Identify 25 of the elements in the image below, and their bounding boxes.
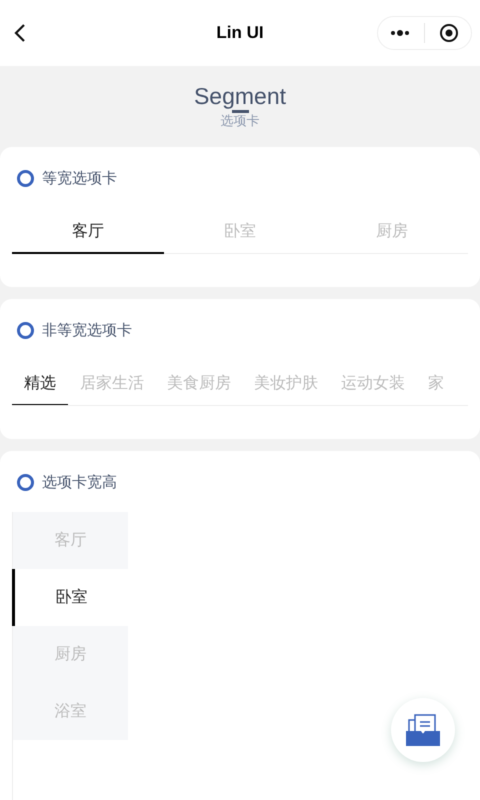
section-title: 等宽选项卡 [42, 169, 117, 188]
header-subtitle: 选项卡 [220, 113, 260, 130]
section-title: 非等宽选项卡 [42, 321, 132, 340]
back-icon[interactable] [14, 23, 26, 43]
more-icon[interactable] [390, 29, 410, 37]
ring-icon [17, 322, 34, 339]
tab[interactable]: 厨房 [13, 626, 128, 683]
inbox-icon [406, 714, 440, 746]
tab[interactable]: 美食厨房 [167, 366, 231, 405]
ring-icon [17, 474, 34, 491]
section-title: 选项卡宽高 [42, 473, 117, 492]
ring-icon [17, 170, 34, 187]
tab[interactable]: 精选 [12, 366, 68, 405]
page-title: Lin UI [216, 23, 264, 43]
tab[interactable]: 居家生活 [80, 366, 144, 405]
close-icon[interactable] [439, 23, 459, 43]
tab[interactable]: 厨房 [316, 214, 468, 254]
tab[interactable]: 浴室 [13, 683, 128, 740]
tab[interactable]: 客厅 [12, 214, 164, 254]
tab[interactable]: 客厅 [13, 512, 128, 569]
header-title: Segment [194, 83, 286, 109]
tab[interactable]: 家 [428, 366, 444, 405]
tab[interactable]: 运动女装 [341, 366, 405, 405]
tab[interactable]: 美妆护肤 [254, 366, 318, 405]
tab[interactable]: 卧室 [164, 214, 316, 254]
